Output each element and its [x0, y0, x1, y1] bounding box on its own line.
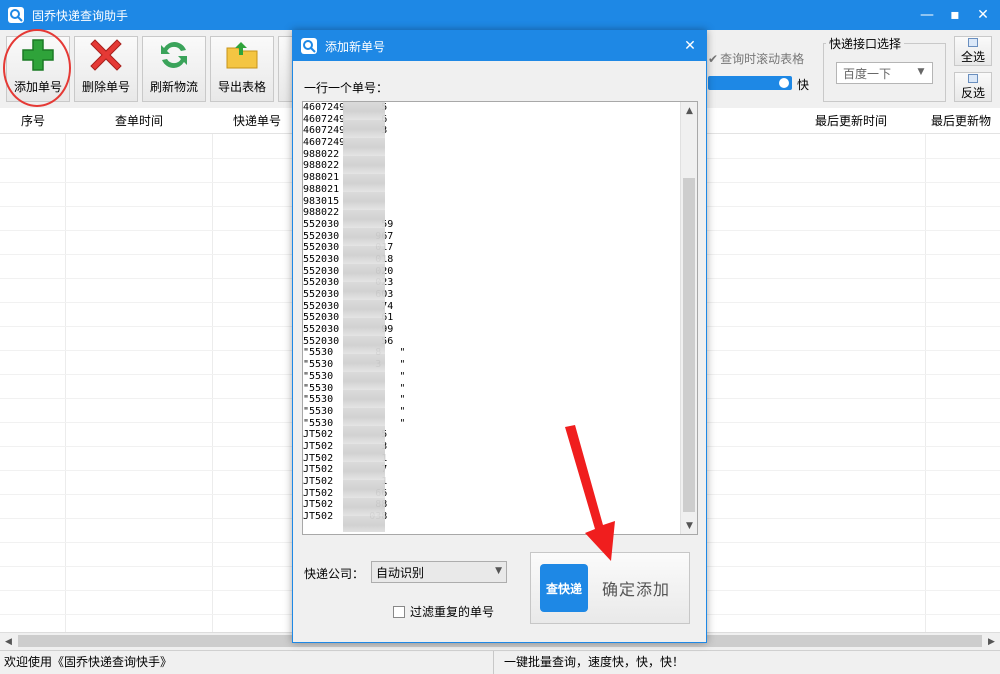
select-all-label: 全选	[960, 49, 985, 64]
textarea-scrollbar[interactable]: ▲ ▼	[680, 102, 697, 534]
refresh-logistics-label: 刷新物流	[149, 80, 198, 94]
invert-select-button[interactable]: 反选	[954, 72, 992, 102]
select-all-icon	[968, 37, 978, 47]
speed-fast-label: 快	[797, 78, 810, 92]
plus-icon	[22, 39, 54, 71]
slider-handle[interactable]	[779, 78, 789, 88]
scroll-left-icon[interactable]: ◀	[0, 633, 17, 650]
scroll-right-icon[interactable]: ▶	[983, 633, 1000, 650]
dialog-close-icon[interactable]: ✕	[680, 36, 700, 56]
title-bar: 固乔快递查询助手 — ▪ ✕	[0, 0, 1000, 30]
confirm-add-button[interactable]: 查快递 确定添加	[530, 552, 690, 624]
refresh-logistics-button[interactable]: 刷新物流	[142, 36, 206, 102]
status-welcome: 欢迎使用《固乔快递查询快手》	[0, 651, 494, 674]
select-all-button[interactable]: 全选	[954, 36, 992, 66]
scroll-down-icon[interactable]: ▼	[681, 517, 697, 534]
chevron-down-icon: ▼	[917, 67, 925, 77]
add-number-button[interactable]: 添加单号	[6, 36, 70, 102]
api-select[interactable]: 百度一下 ▼	[836, 62, 933, 84]
scroll-table-checkbox[interactable]: ✔ 查询时滚动表格	[708, 50, 804, 67]
window-title: 固乔快递查询助手	[32, 8, 129, 23]
app-logo-icon	[8, 7, 24, 23]
add-number-label: 添加单号	[13, 80, 62, 94]
check-icon: ✔	[708, 51, 719, 66]
refresh-icon	[161, 42, 187, 68]
export-table-button[interactable]: 导出表格	[210, 36, 274, 102]
invert-select-icon	[968, 73, 978, 83]
status-bar: 欢迎使用《固乔快递查询快手》 一键批量查询，速度快，快，快！	[0, 650, 1000, 674]
query-express-icon-text: 查快递	[545, 581, 582, 596]
speed-slider[interactable]	[708, 76, 792, 90]
textarea-scroll-thumb[interactable]	[683, 178, 695, 512]
col-query-time[interactable]: 查单时间	[66, 108, 212, 134]
api-group-title: 快递接口选择	[826, 35, 905, 52]
export-table-label: 导出表格	[217, 80, 266, 94]
column-divider	[212, 134, 213, 632]
column-divider	[65, 134, 66, 632]
scroll-table-label: 查询时滚动表格	[720, 52, 805, 66]
company-select-value: 自动识别	[376, 565, 425, 580]
scroll-up-icon[interactable]: ▲	[681, 102, 697, 119]
tracking-numbers-textarea[interactable]: 4607249 54607249 64607249 34607249988022…	[302, 101, 698, 535]
dialog-title: 添加新单号	[325, 39, 386, 54]
folder-export-icon	[226, 42, 258, 69]
column-divider	[925, 134, 926, 632]
delete-number-label: 删除单号	[81, 80, 130, 94]
delete-x-icon	[90, 39, 122, 71]
company-label: 快递公司：	[304, 567, 365, 581]
privacy-blur	[343, 102, 385, 532]
confirm-add-label: 确定添加	[602, 580, 671, 599]
status-slogan: 一键批量查询，速度快，快，快！	[504, 655, 685, 669]
col-index[interactable]: 序号	[0, 108, 66, 134]
dialog-title-bar: 添加新单号 ✕	[293, 31, 706, 61]
invert-select-label: 反选	[960, 85, 985, 100]
add-number-dialog: 添加新单号 ✕ 一行一个单号： 4607249 54607249 6460724…	[292, 30, 707, 643]
col-tracking-number[interactable]: 快递单号	[212, 108, 302, 134]
minimize-icon[interactable]: —	[912, 0, 942, 30]
company-select[interactable]: 自动识别 ▼	[371, 561, 507, 583]
query-express-icon: 查快递	[540, 564, 588, 612]
maximize-icon[interactable]: ▪	[940, 0, 970, 30]
col-last-update-time[interactable]: 最后更新时间	[776, 108, 926, 134]
close-icon[interactable]: ✕	[968, 0, 998, 30]
api-select-value: 百度一下	[843, 66, 892, 81]
filter-duplicates-checkbox[interactable]: 过滤重复的单号	[393, 603, 494, 620]
delete-number-button[interactable]: 删除单号	[74, 36, 138, 102]
dialog-logo-icon	[301, 38, 317, 54]
chevron-down-icon: ▼	[495, 566, 502, 576]
input-prompt: 一行一个单号：	[304, 81, 389, 95]
col-last-update-info[interactable]: 最后更新物	[926, 108, 1000, 134]
filter-duplicates-label: 过滤重复的单号	[410, 605, 495, 619]
checkbox-box[interactable]	[393, 605, 405, 618]
